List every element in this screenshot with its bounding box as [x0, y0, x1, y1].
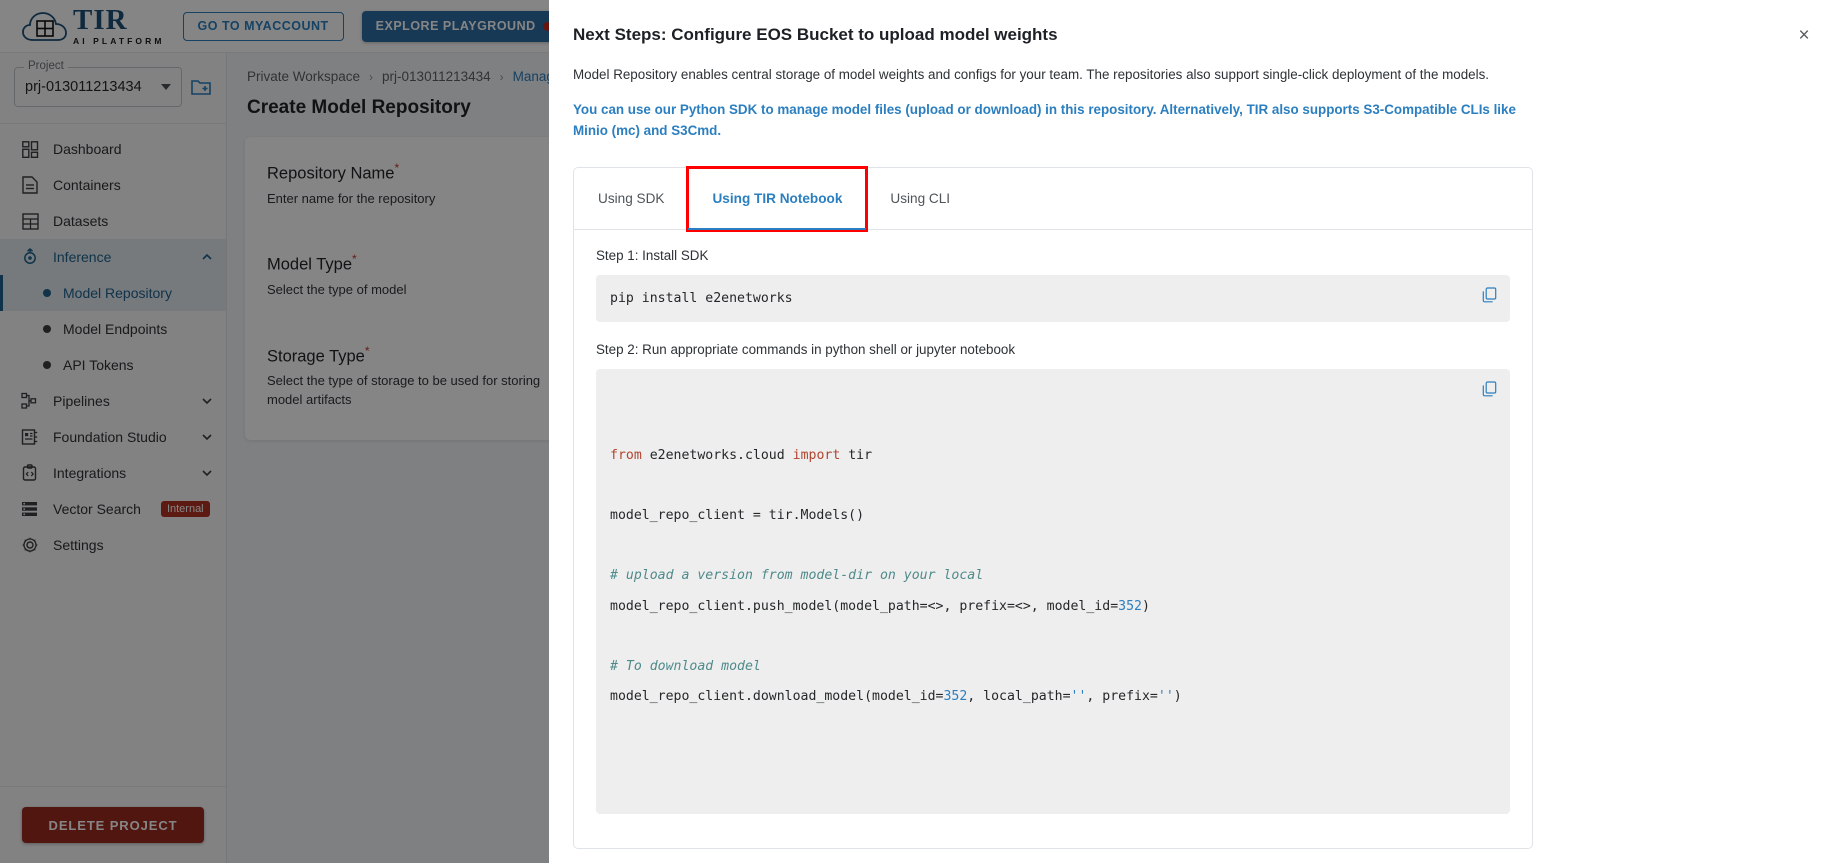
step1-label: Step 1: Install SDK: [596, 247, 709, 263]
modal-header: Next Steps: Configure EOS Bucket to uplo…: [573, 22, 1817, 48]
close-icon[interactable]: ×: [1791, 22, 1817, 48]
instruction-tabs: Using SDK Using TIR Notebook Using CLI: [574, 165, 1532, 232]
code-line: model_repo_client.download_model(model_i…: [610, 688, 1182, 704]
modal-title: Next Steps: Configure EOS Bucket to uplo…: [573, 25, 1058, 44]
tab-active-underline: [688, 227, 867, 230]
instructions-panel: Using SDK Using TIR Notebook Using CLI S…: [573, 165, 1533, 850]
code-line: # To download model: [610, 658, 761, 674]
code-line: model_repo_client.push_model(model_path=…: [610, 598, 1150, 614]
tab-label: Using TIR Notebook: [712, 191, 843, 207]
code-line: # upload a version from model-dir on you…: [610, 568, 984, 584]
configure-eos-bucket-modal: Next Steps: Configure EOS Bucket to uplo…: [549, 0, 1845, 863]
code-line: from e2enetworks.cloud import tir: [610, 448, 873, 464]
tab-using-sdk[interactable]: Using SDK: [574, 168, 688, 230]
step2-code-text: from e2enetworks.cloud import tir model_…: [610, 441, 1464, 712]
app-root: TIR AI PLATFORM GO TO MYACCOUNT EXPLORE …: [0, 0, 1845, 863]
copy-icon[interactable]: [1482, 287, 1497, 303]
code-line: model_repo_client = tir.Models(): [610, 508, 865, 524]
copy-icon[interactable]: [1482, 381, 1497, 397]
step2-code-block: from e2enetworks.cloud import tir model_…: [596, 368, 1510, 815]
step2-label: Step 2: Run appropriate commands in pyth…: [596, 341, 1016, 357]
modal-description: Model Repository enables central storage…: [573, 67, 1489, 82]
step1-code-text: pip install e2enetworks: [610, 290, 793, 306]
modal-sdk-note: You can use our Python SDK to manage mod…: [573, 102, 1516, 138]
step1-code-block: pip install e2enetworks: [596, 274, 1510, 322]
tab-using-cli[interactable]: Using CLI: [866, 168, 974, 230]
tab-using-tir-notebook[interactable]: Using TIR Notebook: [686, 165, 869, 232]
panel-body: Step 1: Install SDK pip install e2enetwo…: [574, 230, 1532, 815]
